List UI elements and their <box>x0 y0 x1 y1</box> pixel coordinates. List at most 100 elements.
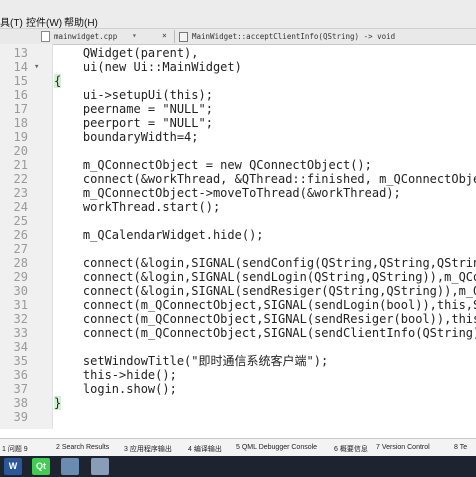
function-selector[interactable]: MainWidget::acceptClientInfo(QString) ->… <box>192 32 395 41</box>
code-text: QWidget(parent), <box>54 46 199 60</box>
code-editor[interactable]: 13 QWidget(parent), 14 ▾ ui(new Ui::MainWi… <box>0 44 476 429</box>
code-line[interactable]: 22 connect(&workThread, &QThread::finish… <box>0 172 476 186</box>
pane-tab-version-control[interactable]: 7 Version Control <box>376 444 430 451</box>
code-line[interactable]: 33 connect(m_QConnectObject,SIGNAL(sendC… <box>0 326 476 340</box>
code-line[interactable]: 15 { <box>0 74 476 88</box>
code-line[interactable]: 39 <box>0 410 476 424</box>
line-number: 36 <box>13 368 28 382</box>
line-number: 38 <box>13 396 28 410</box>
code-text: { <box>54 74 62 88</box>
code-line[interactable]: 24 workThread.start(); <box>0 200 476 214</box>
pane-tab-summary[interactable]: 6 概要信息 <box>334 444 368 454</box>
line-number: 32 <box>13 312 28 326</box>
fold-marker-icon[interactable]: ▾ <box>34 60 39 74</box>
line-number: 13 <box>13 46 28 60</box>
line-number: 20 <box>13 144 28 158</box>
word-app-label: W <box>8 461 18 471</box>
line-number: 33 <box>13 326 28 340</box>
code-line[interactable]: 34 <box>0 340 476 354</box>
code-line[interactable]: 27 <box>0 242 476 256</box>
line-number: 27 <box>13 242 28 256</box>
chevron-down-icon[interactable]: ▾ <box>132 31 137 40</box>
line-number: 34 <box>13 340 28 354</box>
code-line[interactable]: 14 ▾ ui(new Ui::MainWidget) <box>0 60 476 74</box>
file-tab[interactable]: mainwidget.cpp <box>54 32 117 41</box>
code-text: connect(&workThread, &QThread::finished,… <box>82 172 476 186</box>
menu-bar: 具(T) 控件(W) 帮助(H) <box>0 0 476 29</box>
code-line[interactable]: 35 setWindowTitle("即时通信系统客户端"); <box>0 354 476 368</box>
code-line[interactable]: 30 connect(&login,SIGNAL(sendResiger(QSt… <box>0 284 476 298</box>
code-text: ui(new Ui::MainWidget) <box>54 60 242 74</box>
code-text: this->hide(); <box>54 368 177 382</box>
code-line[interactable]: 16 ui->setupUi(this); <box>0 88 476 102</box>
code-text: ui->setupUi(this); <box>54 88 213 102</box>
editor-tab-bar: mainwidget.cpp ▾ × MainWidget::acceptCli… <box>0 29 476 45</box>
pane-tab-app-output[interactable]: 3 应用程序输出 <box>124 444 172 454</box>
code-line[interactable]: 32 connect(m_QConnectObject,SIGNAL(sendR… <box>0 312 476 326</box>
code-text: peername = "NULL"; <box>54 102 213 116</box>
code-line[interactable]: 23 m_QConnectObject->moveToThread(&workT… <box>0 186 476 200</box>
code-text: connect(m_QConnectObject,SIGNAL(sendResi… <box>82 312 476 326</box>
code-line[interactable]: 18 peerport = "NULL"; <box>0 116 476 130</box>
code-text: setWindowTitle("即时通信系统客户端"); <box>54 354 329 368</box>
pane-tab-compile-output[interactable]: 4 编译输出 <box>188 444 222 454</box>
line-number: 17 <box>13 102 28 116</box>
code-text: m_QConnectObject->moveToThread(&workThre… <box>54 186 401 200</box>
code-line[interactable]: 28 connect(&login,SIGNAL(sendConfig(QStr… <box>0 256 476 270</box>
code-line[interactable]: 29 connect(&login,SIGNAL(sendLogin(QStri… <box>0 270 476 284</box>
taskbar: W Qt <box>0 456 476 477</box>
line-number: 31 <box>13 298 28 312</box>
code-line[interactable]: 17 peername = "NULL"; <box>0 102 476 116</box>
qt-creator-app-icon[interactable]: Qt <box>32 458 50 475</box>
line-number: 15 <box>13 74 28 88</box>
image-viewer-app-icon[interactable] <box>61 458 79 475</box>
line-number: 26 <box>13 228 28 242</box>
code-line[interactable]: 36 this->hide(); <box>0 368 476 382</box>
line-number: 30 <box>13 284 28 298</box>
code-line[interactable]: 37 login.show(); <box>0 382 476 396</box>
code-text: peerport = "NULL"; <box>54 116 213 130</box>
line-number: 19 <box>13 130 28 144</box>
line-number: 29 <box>13 270 28 284</box>
code-text: connect(&login,SIGNAL(sendResiger(QStrin… <box>82 284 476 298</box>
pane-tab-search-results[interactable]: 2 Search Results <box>56 444 109 451</box>
code-text: connect(&login,SIGNAL(sendConfig(QString… <box>82 256 476 270</box>
code-text: connect(m_QConnectObject,SIGNAL(sendClie… <box>82 326 476 340</box>
line-number: 14 <box>13 60 28 74</box>
code-line[interactable]: 38} <box>0 396 476 410</box>
code-text: m_QConnectObject = new QConnectObject(); <box>54 158 372 172</box>
code-line[interactable]: 21 m_QConnectObject = new QConnectObject… <box>0 158 476 172</box>
line-number: 39 <box>13 410 28 424</box>
code-line[interactable]: 20 <box>0 144 476 158</box>
line-number: 24 <box>13 200 28 214</box>
line-number: 28 <box>13 256 28 270</box>
code-line[interactable]: 26 m_QCalendarWidget.hide(); <box>0 228 476 242</box>
line-number: 18 <box>13 116 28 130</box>
line-number: 16 <box>13 88 28 102</box>
code-text: login.show(); <box>54 382 177 396</box>
code-text: } <box>54 396 62 410</box>
tab-divider <box>174 30 175 43</box>
pane-tab-qml-console[interactable]: 5 QML Debugger Console <box>236 444 317 451</box>
line-number: 21 <box>13 158 28 172</box>
code-line[interactable]: 13 QWidget(parent), <box>0 46 476 60</box>
image-app-icon[interactable] <box>91 458 109 475</box>
code-text: boundaryWidth=4; <box>54 130 199 144</box>
word-app-icon[interactable]: W <box>4 458 22 475</box>
pane-tab-more[interactable]: 8 Te <box>454 444 467 451</box>
menu-item-controls[interactable]: 控件(W) <box>26 14 62 29</box>
output-pane-bar: 1 问题 9 2 Search Results 3 应用程序输出 4 编译输出 … <box>0 438 476 456</box>
menu-item-help[interactable]: 帮助(H) <box>64 14 98 29</box>
code-line[interactable]: 25 <box>0 214 476 228</box>
code-line[interactable]: 31 connect(m_QConnectObject,SIGNAL(sendL… <box>0 298 476 312</box>
line-number: 37 <box>13 382 28 396</box>
pane-tab-issues[interactable]: 1 问题 9 <box>2 444 28 454</box>
line-number: 35 <box>13 354 28 368</box>
line-number: 22 <box>13 172 28 186</box>
menu-item-tools[interactable]: 具(T) <box>0 14 23 29</box>
code-text: connect(m_QConnectObject,SIGNAL(sendLogi… <box>82 298 476 312</box>
code-line[interactable]: 19 boundaryWidth=4; <box>0 130 476 144</box>
file-icon <box>41 31 50 42</box>
line-number: 25 <box>13 214 28 228</box>
close-icon[interactable]: × <box>162 31 167 40</box>
